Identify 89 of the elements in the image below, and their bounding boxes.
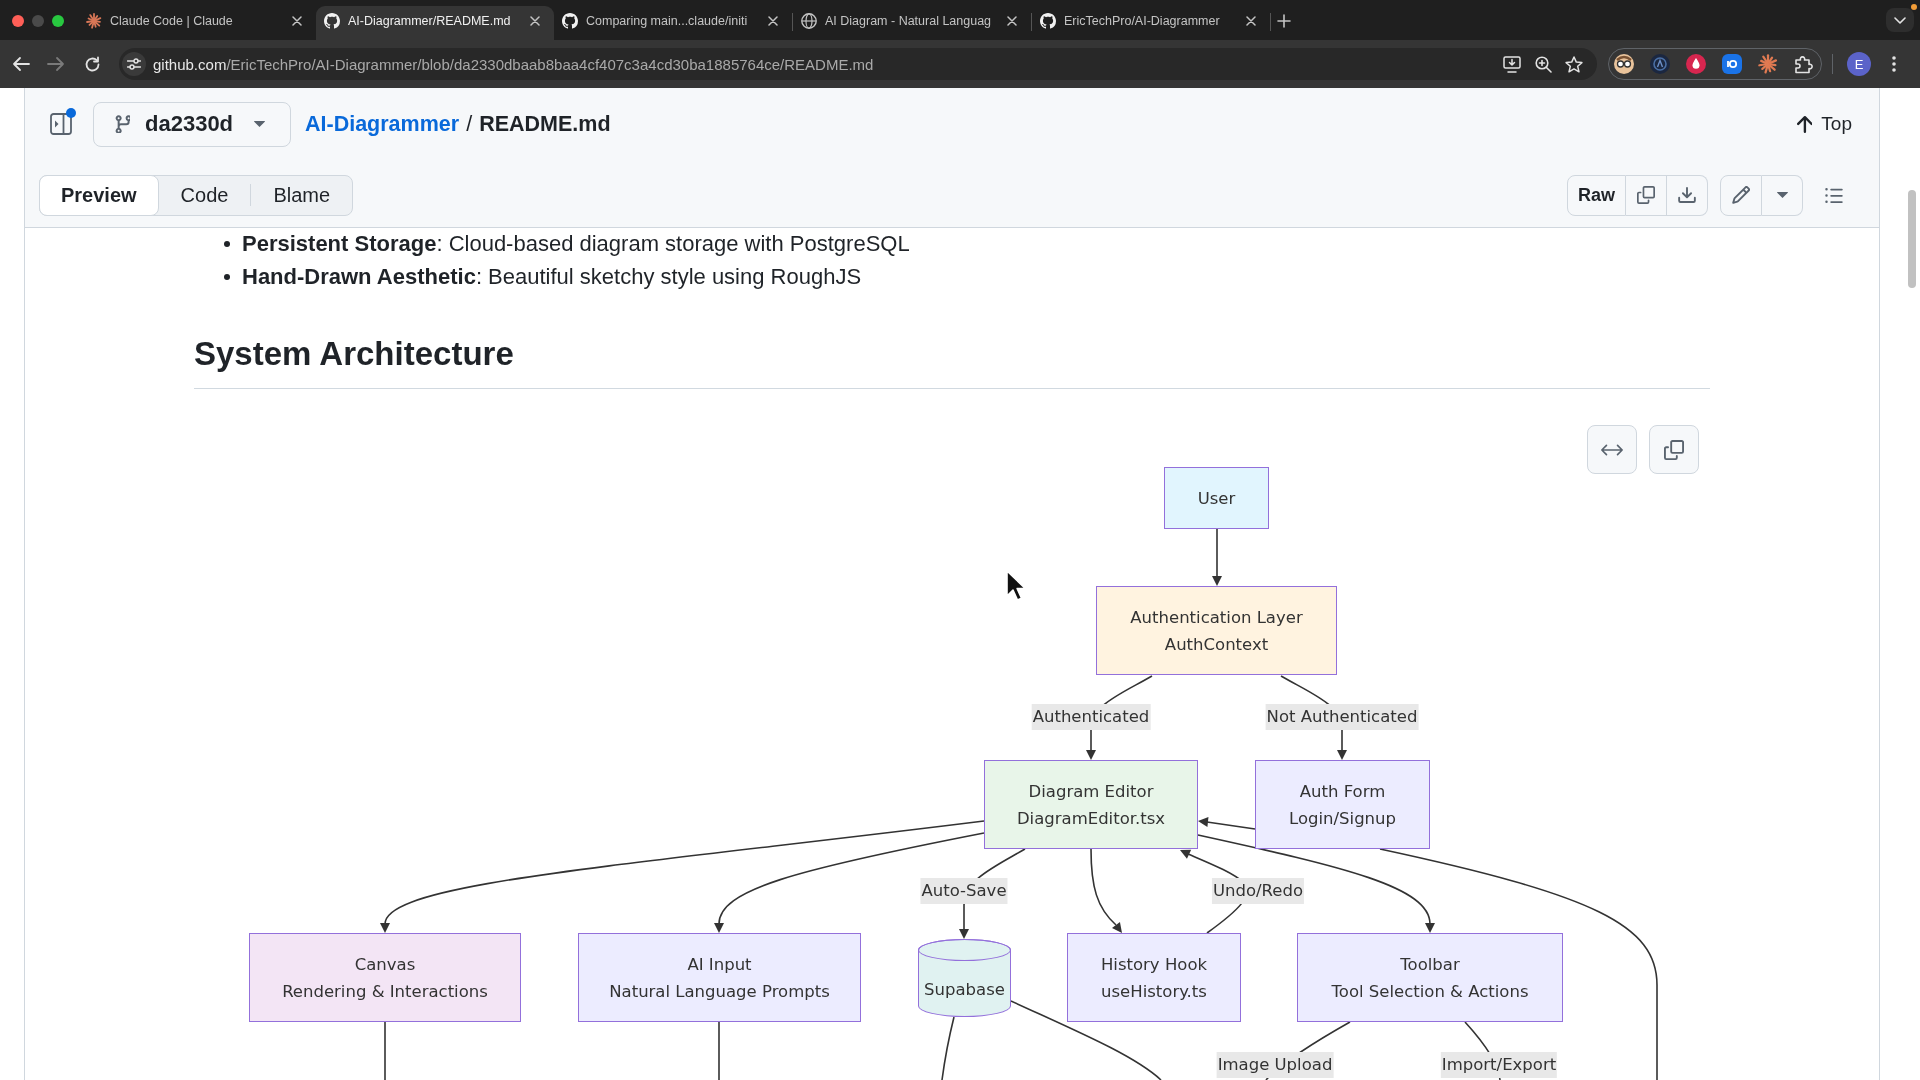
notification-dot-icon xyxy=(66,108,76,118)
puzzle-icon[interactable] xyxy=(1794,54,1814,74)
window-close-icon[interactable] xyxy=(12,14,24,27)
starburst-icon xyxy=(86,13,102,29)
cat-logo-icon xyxy=(1040,13,1056,29)
copy-button[interactable] xyxy=(1626,174,1667,216)
diagram-node: User xyxy=(1164,467,1269,529)
browser-tab[interactable]: Comparing main...claude/initi xyxy=(554,6,792,40)
caret-down-icon xyxy=(1776,192,1788,198)
diagram-node: Canvas Rendering & Interactions xyxy=(249,933,521,1022)
download-icon xyxy=(1678,187,1696,203)
copy-button[interactable] xyxy=(1649,425,1699,474)
view-tab[interactable]: Blame xyxy=(251,174,353,216)
starburst-icon[interactable] xyxy=(1758,54,1778,74)
git-branch-icon xyxy=(115,115,130,133)
cat-logo-icon xyxy=(324,13,340,29)
arrow-connector xyxy=(1212,528,1222,586)
kebab-menu-icon[interactable] xyxy=(1892,56,1896,72)
file-name: README.md xyxy=(479,111,611,137)
arrow-up-icon xyxy=(1797,115,1813,133)
section-heading: System Architecture xyxy=(194,334,514,374)
caret-down-icon xyxy=(254,121,265,127)
copy-icon xyxy=(1664,439,1684,460)
url-text: github.com/EricTechPro/AI-Diagrammer/blob/da2330dbaab8baa4cf407c3a4cd30ba1885764ce/README.md xyxy=(153,55,875,73)
arrow-connector xyxy=(1198,817,1256,830)
tune-icon[interactable] xyxy=(127,58,141,70)
close-icon[interactable] xyxy=(292,16,302,26)
list-item-text: Hand-Drawn Aesthetic: Beautiful sketchy style using RoughJS xyxy=(242,264,862,290)
edit-button[interactable] xyxy=(1720,174,1762,216)
edge-label: Image Upload xyxy=(1216,1052,1334,1078)
diagram-node: Authentication Layer AuthContext xyxy=(1096,586,1337,675)
circle-logo-icon[interactable] xyxy=(1650,54,1670,74)
bullet-icon xyxy=(224,274,230,280)
chevron-down-icon xyxy=(1894,16,1906,24)
pencil-icon xyxy=(1732,186,1750,204)
edit-options-button[interactable] xyxy=(1762,174,1803,216)
edge-label: Not Authenticated xyxy=(1265,704,1419,730)
cat-logo-icon xyxy=(562,13,578,29)
diagram-node: AI Input Natural Language Prompts xyxy=(578,933,861,1022)
edge-label: Auto-Save xyxy=(920,878,1008,904)
arrows-horizontal-icon xyxy=(1600,442,1624,457)
notification-dot-icon xyxy=(1911,4,1917,10)
sidebar-expand-icon[interactable] xyxy=(50,113,72,135)
diagram-node: Toolbar Tool Selection & Actions xyxy=(1297,933,1563,1022)
window-zoom-icon[interactable] xyxy=(52,14,64,27)
diagram-node: Diagram Editor DiagramEditor.tsx xyxy=(984,760,1198,849)
browser-tab[interactable]: AI Diagram - Natural Languag xyxy=(793,6,1031,40)
edge-label: Import/Export xyxy=(1440,1052,1558,1078)
bullet-icon xyxy=(224,241,230,247)
square-logo-icon[interactable] xyxy=(1722,54,1742,74)
globe-icon xyxy=(801,13,817,29)
profile-avatar[interactable]: E xyxy=(1847,52,1871,76)
zoom-in-icon[interactable] xyxy=(1535,55,1552,73)
scrollbar-thumb[interactable] xyxy=(1908,190,1916,288)
browser-tab[interactable]: AI-Diagrammer/README.md xyxy=(316,6,554,40)
monitor-download-icon[interactable] xyxy=(1503,55,1521,73)
close-icon[interactable] xyxy=(1246,16,1256,26)
connector-line xyxy=(718,1021,720,1080)
download-button[interactable] xyxy=(1667,174,1708,216)
list-icon xyxy=(1825,187,1843,203)
glasses-face-icon[interactable] xyxy=(1614,54,1634,74)
close-icon[interactable] xyxy=(1007,16,1017,26)
branch-selector-button[interactable]: da2330d xyxy=(93,101,291,147)
star-icon[interactable] xyxy=(1565,55,1583,73)
browser-tab[interactable]: EricTechPro/AI-Diagrammer xyxy=(1032,6,1270,40)
new-tab-plus-icon[interactable] xyxy=(1277,14,1291,28)
diagram-node: Auth Form Login/Signup xyxy=(1255,760,1430,849)
path-separator: / xyxy=(466,111,473,137)
edge-label: Undo/Redo xyxy=(1211,878,1305,904)
reload-icon[interactable] xyxy=(84,55,101,73)
drop-icon[interactable] xyxy=(1686,54,1706,74)
copy-icon xyxy=(1637,186,1655,204)
edge-label: Authenticated xyxy=(1031,704,1151,730)
back-arrow-icon[interactable] xyxy=(12,56,30,72)
view-tab[interactable]: Code xyxy=(158,174,251,216)
connector-line xyxy=(941,1016,955,1080)
connector-line xyxy=(384,1021,386,1080)
repo-link[interactable]: AI-Diagrammer xyxy=(305,111,460,137)
diagram-node: History Hook useHistory.ts xyxy=(1067,933,1241,1022)
close-icon[interactable] xyxy=(530,16,540,26)
top-button[interactable]: Top xyxy=(1797,113,1852,135)
database-node: Supabase xyxy=(918,939,1011,1017)
view-tab[interactable]: Preview xyxy=(39,174,159,216)
list-item-text: Persistent Storage: Cloud-based diagram storage with PostgreSQL xyxy=(242,231,910,257)
browser-tab[interactable]: Claude Code | Claude xyxy=(78,6,316,40)
expand-button[interactable] xyxy=(1587,425,1637,474)
close-icon[interactable] xyxy=(768,16,778,26)
address-bar[interactable]: github.com/EricTechPro/AI-Diagrammer/blob/da2330dbaab8baa4cf407c3a4cd30ba1885764ce/README.md xyxy=(119,48,1597,80)
raw-button[interactable]: Raw xyxy=(1567,174,1626,216)
